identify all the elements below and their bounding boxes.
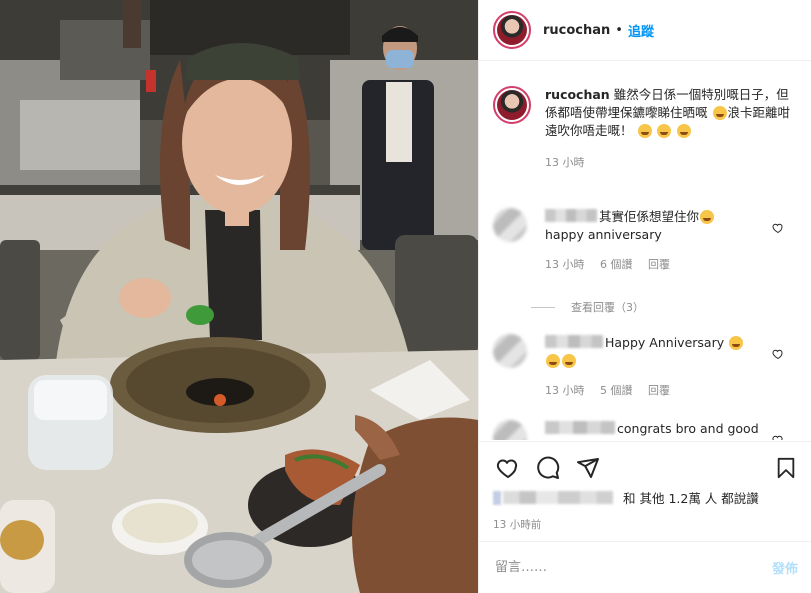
- rolling-laugh-emoji: [657, 124, 672, 138]
- post-comment-button[interactable]: 發佈: [772, 558, 798, 577]
- commenter-name[interactable]: [545, 421, 615, 434]
- caption: rucochan 雖然今日係一個特別嘅日子，但係都唔使帶埋保鑣嚟睇住晒嘅 浪卡距…: [493, 86, 798, 170]
- person-emoji: [562, 354, 576, 368]
- follow-button[interactable]: 追蹤: [628, 21, 654, 40]
- commenter-avatar[interactable]: [493, 420, 527, 440]
- separator-dot: •: [615, 22, 623, 38]
- bookmark-icon[interactable]: [775, 456, 797, 480]
- praying-hands-emoji: [729, 336, 744, 350]
- rolling-laugh-emoji: [677, 124, 692, 138]
- liker-avatar[interactable]: [493, 490, 501, 505]
- instagram-post-view: rucochan • 追蹤 rucochan 雖然今日係一個特別嘅日子，但係都唔…: [0, 0, 811, 593]
- comment-heart-icon[interactable]: [772, 434, 784, 440]
- post-details-panel: rucochan • 追蹤 rucochan 雖然今日係一個特別嘅日子，但係都唔…: [478, 0, 811, 593]
- caption-avatar[interactable]: [493, 86, 531, 124]
- comment-heart-icon[interactable]: [772, 348, 784, 360]
- grinning-sweat-emoji: [712, 106, 727, 120]
- view-replies-divider: [531, 306, 555, 308]
- likes-summary: 和 其他 1.2萬 人 都說讚: [493, 488, 759, 507]
- reply-button[interactable]: 回覆: [648, 258, 670, 271]
- comment-text: congrats bro and good: [545, 420, 765, 438]
- post-timestamp[interactable]: 13 小時前: [493, 517, 541, 532]
- comment-text: 其實佢係想望住你 happy anniversary: [545, 208, 765, 244]
- author-username[interactable]: rucochan: [543, 23, 610, 38]
- commenter-name[interactable]: [545, 335, 603, 348]
- add-comment-bar: 發佈: [479, 541, 811, 593]
- comment-likes[interactable]: 6 個讚: [600, 258, 633, 271]
- comment-bubble-icon[interactable]: [535, 456, 561, 480]
- action-bar: [479, 441, 811, 493]
- post-photo[interactable]: [0, 0, 478, 593]
- comments-list[interactable]: rucochan 雖然今日係一個特別嘅日子，但係都唔使帶埋保鑣嚟睇住晒嘅 浪卡距…: [479, 62, 811, 440]
- caption-text: rucochan 雖然今日係一個特別嘅日子，但係都唔使帶埋保鑣嚟睇住晒嘅 浪卡距…: [545, 86, 795, 140]
- commenter-avatar[interactable]: [493, 334, 527, 368]
- comment-item: congrats bro and good: [493, 420, 798, 440]
- laughing-emoji: [700, 210, 715, 224]
- commenter-name[interactable]: [545, 209, 597, 222]
- comment-input[interactable]: [495, 560, 772, 575]
- comment-time[interactable]: 13 小時: [545, 258, 585, 271]
- comment-item: 其實佢係想望住你 happy anniversary 13 小時 6 個讚 回覆: [493, 208, 798, 272]
- person-emoji: [546, 354, 560, 368]
- commenter-avatar[interactable]: [493, 208, 527, 242]
- caption-time[interactable]: 13 小時: [545, 156, 585, 169]
- paper-plane-icon[interactable]: [575, 456, 601, 480]
- comment-item: Happy Anniversary 13 小時 5 個讚 回覆: [493, 334, 798, 398]
- liker-name[interactable]: [503, 491, 613, 504]
- heart-icon[interactable]: [495, 456, 521, 480]
- comment-likes[interactable]: 5 個讚: [600, 384, 633, 397]
- rolling-laugh-emoji: [637, 124, 652, 138]
- author-avatar[interactable]: [493, 11, 531, 49]
- likes-text[interactable]: 和 其他 1.2萬 人 都說讚: [623, 488, 759, 507]
- comment-time[interactable]: 13 小時: [545, 384, 585, 397]
- comment-heart-icon[interactable]: [772, 222, 784, 234]
- view-replies-button[interactable]: 查看回覆（3）: [531, 299, 644, 315]
- caption-meta: 13 小時: [545, 154, 795, 170]
- restaurant-photo-illustration: [0, 0, 478, 593]
- comment-meta: 13 小時 6 個讚 回覆: [545, 256, 765, 272]
- comment-text: Happy Anniversary: [545, 334, 765, 370]
- caption-username[interactable]: rucochan: [545, 87, 610, 102]
- comment-meta: 13 小時 5 個讚 回覆: [545, 382, 765, 398]
- reply-button[interactable]: 回覆: [648, 384, 670, 397]
- post-header: rucochan • 追蹤: [479, 0, 811, 61]
